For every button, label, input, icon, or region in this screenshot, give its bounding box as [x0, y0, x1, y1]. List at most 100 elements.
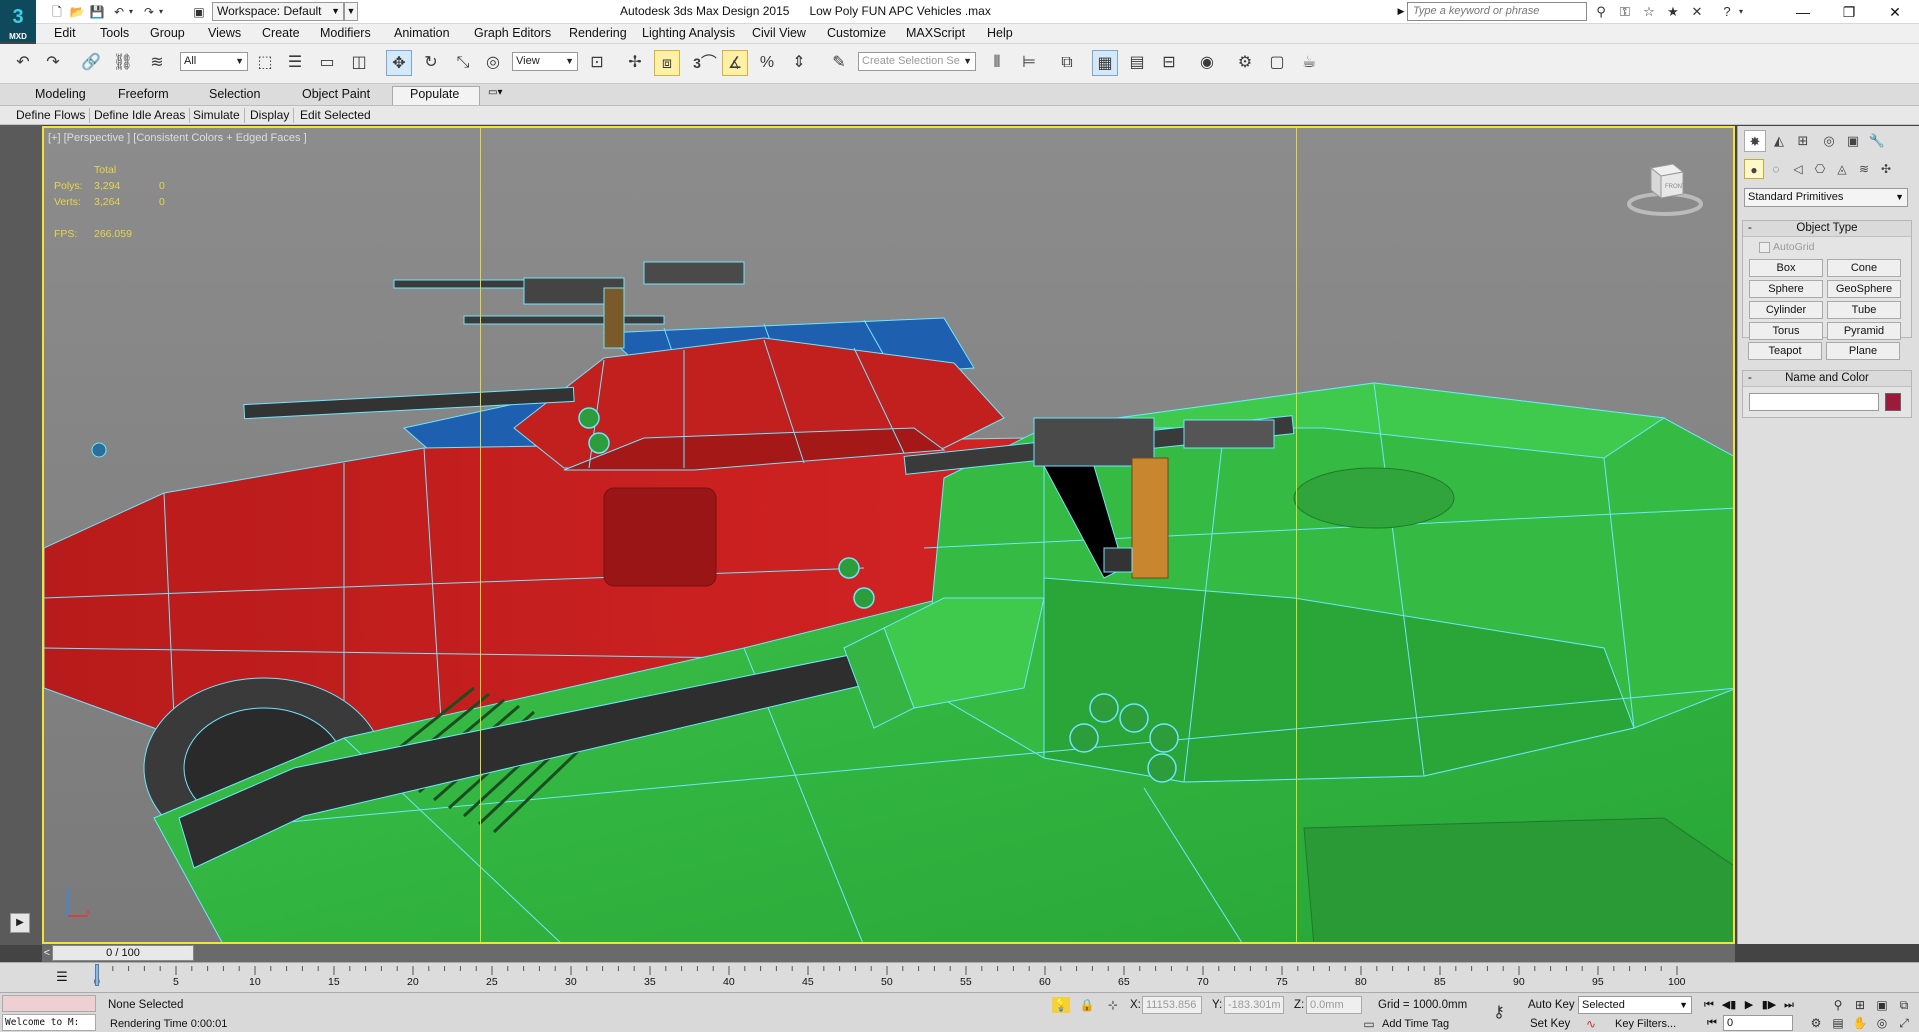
- redo-dropdown-icon[interactable]: ▾: [156, 3, 166, 21]
- menu-lighting-analysis[interactable]: Lighting Analysis: [642, 26, 735, 40]
- percent-snap-icon[interactable]: %: [754, 50, 780, 76]
- menu-edit[interactable]: Edit: [54, 26, 76, 40]
- select-by-name-icon[interactable]: ☰: [282, 50, 308, 76]
- search-expand-icon[interactable]: ▶: [1396, 2, 1406, 21]
- tab-object-paint[interactable]: Object Paint: [302, 87, 370, 101]
- auto-key-button[interactable]: Auto Key: [1528, 999, 1575, 1011]
- tab-populate[interactable]: Populate: [410, 87, 459, 101]
- time-slider-next[interactable]: >: [182, 945, 192, 961]
- snaps-toggle-icon[interactable]: 3⌒: [692, 50, 718, 76]
- schematic-view-icon[interactable]: ⊟: [1156, 50, 1182, 76]
- display-tab-icon[interactable]: ▣: [1842, 130, 1864, 152]
- key-icon[interactable]: ⚷: [1490, 1005, 1508, 1021]
- selection-lock-icon[interactable]: 🔒: [1078, 997, 1096, 1013]
- redo-icon[interactable]: ↷: [40, 50, 66, 76]
- unlink-icon[interactable]: ⛓: [110, 50, 136, 76]
- space-warps-icon[interactable]: ≋: [1854, 159, 1874, 179]
- window-crossing-icon[interactable]: ◫: [346, 50, 372, 76]
- panel-simulate[interactable]: Simulate: [189, 108, 245, 123]
- select-object-icon[interactable]: ⬚: [252, 50, 278, 76]
- isolate-selection-icon[interactable]: 💡: [1052, 997, 1070, 1013]
- menu-rendering[interactable]: Rendering: [569, 26, 627, 40]
- zoom-all-icon[interactable]: ⊞: [1851, 997, 1869, 1013]
- select-and-scale-icon[interactable]: ⤡: [450, 50, 476, 76]
- ribbon-options-icon[interactable]: ▭▾: [488, 87, 502, 98]
- torus-button[interactable]: Torus: [1749, 322, 1823, 340]
- tab-selection[interactable]: Selection: [209, 87, 260, 101]
- help-dropdown-icon[interactable]: ▾: [1736, 3, 1746, 21]
- minimize-icon[interactable]: —: [1780, 0, 1826, 24]
- binoculars-icon[interactable]: ⚲: [1590, 3, 1612, 21]
- menu-help[interactable]: Help: [987, 26, 1013, 40]
- favorites-icon[interactable]: ★: [1662, 3, 1684, 21]
- manipulate-icon[interactable]: ✢: [622, 50, 648, 76]
- keyboard-shortcut-override-icon[interactable]: ⧈: [654, 50, 680, 76]
- hierarchy-tab-icon[interactable]: ⊞: [1792, 130, 1814, 152]
- systems-icon[interactable]: ✣: [1876, 159, 1896, 179]
- teapot-button[interactable]: Teapot: [1748, 342, 1822, 360]
- current-frame-input[interactable]: 0: [1723, 1015, 1793, 1031]
- tube-button[interactable]: Tube: [1827, 301, 1901, 319]
- link-icon[interactable]: 🔗: [78, 50, 104, 76]
- save-icon[interactable]: 💾: [88, 3, 106, 21]
- mirror-icon[interactable]: ⫴: [984, 50, 1010, 76]
- panel-define-flows[interactable]: Define Flows: [12, 108, 91, 123]
- close-icon[interactable]: ✕: [1872, 0, 1918, 24]
- tab-freeform[interactable]: Freeform: [118, 87, 169, 101]
- sphere-button[interactable]: Sphere: [1749, 280, 1823, 298]
- new-file-icon[interactable]: 🗋: [48, 3, 66, 21]
- material-editor-icon[interactable]: ◉: [1194, 50, 1220, 76]
- z-coordinate-input[interactable]: 0.0mm: [1306, 996, 1362, 1014]
- next-frame-icon[interactable]: ▮▶: [1760, 997, 1778, 1013]
- create-tab-icon[interactable]: ✸: [1744, 130, 1766, 152]
- y-coordinate-input[interactable]: -183.301m: [1224, 996, 1284, 1014]
- name-and-color-header[interactable]: - Name and Color: [1743, 371, 1911, 387]
- app-menu-button[interactable]: 3 MXD: [0, 0, 36, 42]
- object-color-swatch[interactable]: [1885, 393, 1901, 411]
- angle-snap-icon[interactable]: ∡: [722, 50, 748, 76]
- zoom-icon[interactable]: ⚲: [1829, 997, 1847, 1013]
- render-production-icon[interactable]: ☕: [1296, 50, 1322, 76]
- current-frame-marker[interactable]: [95, 964, 99, 986]
- object-type-header[interactable]: - Object Type: [1743, 221, 1911, 237]
- go-to-start-icon[interactable]: ⏮: [1700, 997, 1718, 1013]
- tab-modeling[interactable]: Modeling: [35, 87, 86, 101]
- place-icon[interactable]: ◎: [480, 50, 506, 76]
- previous-frame-icon[interactable]: ◀▮: [1720, 997, 1738, 1013]
- graphite-toolbar-icon[interactable]: ▦: [1092, 50, 1118, 76]
- menu-group[interactable]: Group: [150, 26, 185, 40]
- bind-space-warp-icon[interactable]: ≋: [144, 50, 170, 76]
- reference-coordinate-dropdown[interactable]: View ▼: [512, 52, 578, 71]
- restore-icon[interactable]: ❐: [1826, 0, 1872, 24]
- object-name-input[interactable]: [1749, 393, 1879, 411]
- field-of-view-icon[interactable]: ▤: [1829, 1015, 1847, 1031]
- viewport-label-menu[interactable]: [+] [Perspective ] [Consistent Colors + …: [48, 132, 307, 144]
- curve-editor-icon[interactable]: ▤: [1124, 50, 1150, 76]
- workspace-dropdown[interactable]: Workspace: Default ▼: [212, 2, 344, 21]
- subscription-icon[interactable]: ⚿: [1614, 3, 1636, 21]
- cone-button[interactable]: Cone: [1827, 259, 1901, 277]
- select-and-rotate-icon[interactable]: ↻: [418, 50, 444, 76]
- open-file-icon[interactable]: 📂: [68, 3, 86, 21]
- workspace-menu-icon[interactable]: ▼: [344, 2, 358, 21]
- undo-dropdown-icon[interactable]: ▾: [126, 3, 136, 21]
- project-folder-icon[interactable]: ▣: [190, 3, 208, 21]
- undo-icon[interactable]: ↶: [10, 50, 36, 76]
- plane-button[interactable]: Plane: [1826, 342, 1900, 360]
- perspective-viewport[interactable]: [+] [Perspective ] [Consistent Colors + …: [42, 126, 1735, 944]
- menu-animation[interactable]: Animation: [394, 26, 450, 40]
- selection-filter-dropdown[interactable]: All ▼: [180, 52, 248, 71]
- cylinder-button[interactable]: Cylinder: [1749, 301, 1823, 319]
- x-coordinate-input[interactable]: 11153.856: [1142, 996, 1202, 1014]
- menu-create[interactable]: Create: [262, 26, 300, 40]
- helpers-icon[interactable]: ◬: [1832, 159, 1852, 179]
- play-icon[interactable]: ▶: [1740, 997, 1758, 1013]
- geometry-icon[interactable]: ●: [1744, 159, 1764, 179]
- autogrid-checkbox[interactable]: [1759, 242, 1770, 253]
- exchange-icon[interactable]: ✕: [1686, 3, 1708, 21]
- key-filters-button[interactable]: Key Filters...: [1615, 1018, 1676, 1030]
- viewport-layout-expand-icon[interactable]: ▶: [10, 913, 30, 933]
- time-tag-icon[interactable]: ▭: [1360, 1016, 1378, 1032]
- menu-maxscript[interactable]: MAXScript: [906, 26, 965, 40]
- rendered-frame-window-icon[interactable]: ▢: [1264, 50, 1290, 76]
